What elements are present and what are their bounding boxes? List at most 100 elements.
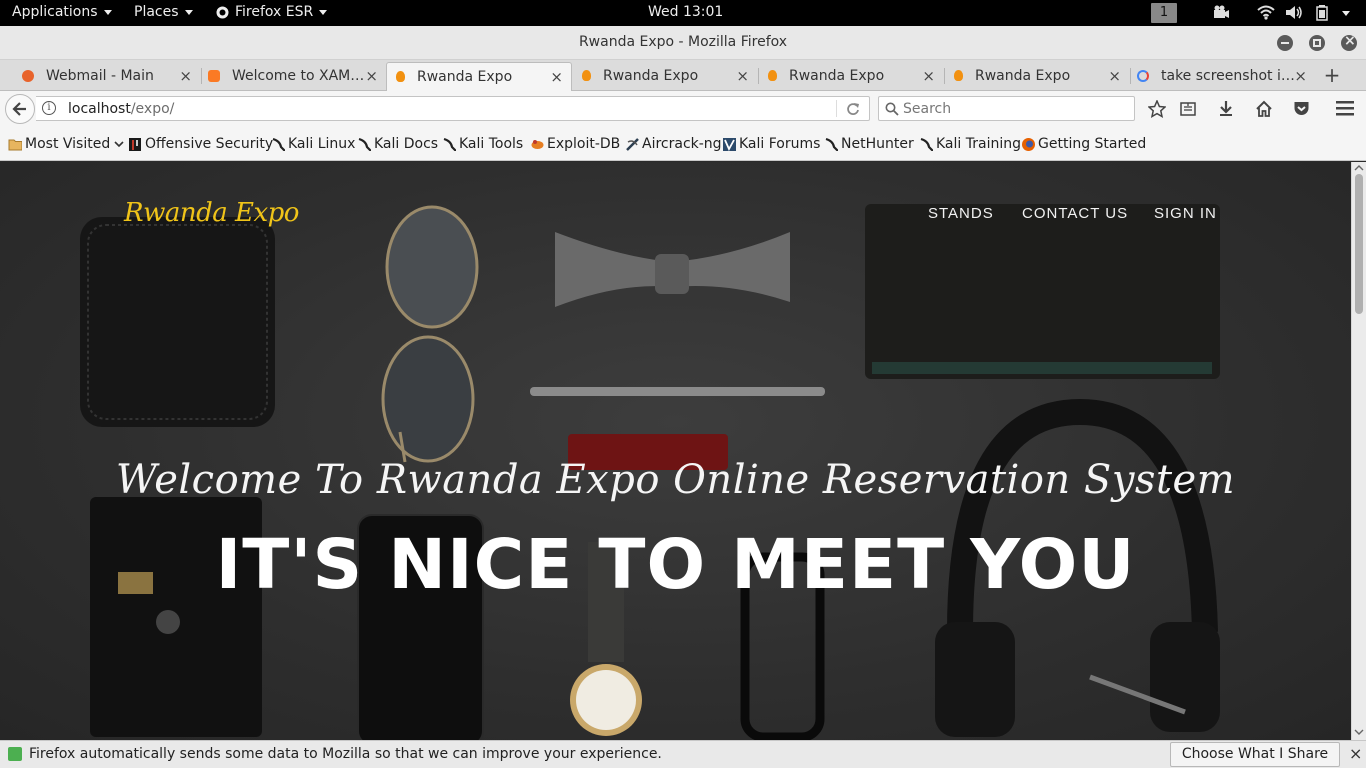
tab-label: Welcome to XAM… — [232, 68, 365, 84]
close-tab-icon[interactable]: × — [1108, 67, 1121, 85]
reload-icon[interactable] — [846, 102, 860, 116]
download-icon[interactable] — [1218, 100, 1234, 117]
tab-label: Webmail - Main — [46, 68, 154, 84]
flame-favicon-icon — [954, 70, 963, 81]
data-reporting-notification: Firefox automatically sends some data to… — [0, 740, 1366, 768]
info-icon[interactable]: i — [42, 101, 56, 115]
close-tab-icon[interactable]: × — [365, 67, 378, 85]
hero-heading: IT'S NICE TO MEET YOU — [215, 525, 1136, 605]
page-scrollbar[interactable] — [1351, 162, 1366, 740]
close-tab-icon[interactable]: × — [1294, 67, 1307, 85]
pocket-icon[interactable] — [1293, 100, 1310, 117]
places-menu[interactable]: Places — [134, 4, 193, 20]
tab-label: Rwanda Expo — [975, 68, 1071, 84]
chevron-down-icon — [184, 9, 193, 15]
tab-label: Rwanda Expo — [603, 68, 699, 84]
video-camera-icon[interactable] — [1213, 5, 1230, 20]
folder-icon — [8, 139, 22, 151]
url-path: /expo/ — [130, 101, 175, 117]
search-icon — [885, 102, 899, 116]
new-tab-button[interactable]: + — [1322, 63, 1342, 87]
firefox-icon — [216, 6, 229, 18]
close-window-button[interactable] — [1341, 33, 1357, 51]
close-tab-icon[interactable]: × — [179, 67, 192, 85]
site-logo[interactable]: Rwanda Expo — [124, 198, 299, 228]
volume-icon[interactable] — [1285, 5, 1303, 20]
tab-webmail[interactable]: Webmail - Main × — [16, 62, 200, 91]
back-button[interactable] — [5, 94, 35, 124]
choose-what-i-share-button[interactable]: Choose What I Share — [1170, 742, 1340, 767]
tab-google-search[interactable]: take screenshot i… × — [1131, 62, 1315, 91]
workspace-indicator[interactable]: 1 — [1151, 3, 1177, 23]
bookmark-label: Exploit-DB — [547, 136, 621, 152]
close-icon[interactable]: × — [1349, 744, 1362, 763]
nav-link-stands[interactable]: STANDS — [928, 205, 994, 222]
battery-icon[interactable] — [1316, 5, 1328, 21]
close-tab-icon[interactable]: × — [736, 67, 749, 85]
nav-link-contact-us[interactable]: CONTACT US — [1022, 205, 1128, 222]
bookmark-getting-started[interactable]: Getting Started — [1021, 136, 1146, 152]
tab-strip: Webmail - Main × Welcome to XAM… × Rwand… — [0, 60, 1366, 92]
notification-text: Firefox automatically sends some data to… — [29, 746, 662, 762]
scrollbar-thumb[interactable] — [1355, 174, 1363, 314]
minimize-button[interactable] — [1277, 35, 1293, 51]
url-input[interactable]: localhost/expo/ — [68, 101, 174, 117]
bookmark-label: Getting Started — [1038, 136, 1147, 152]
gnome-top-panel: Applications Places Firefox ESR Wed 13:0… — [0, 0, 1366, 26]
applications-menu[interactable]: Applications — [12, 4, 112, 20]
scroll-down-arrow-icon[interactable] — [1354, 728, 1364, 736]
nav-link-sign-in[interactable]: SIGN IN — [1154, 205, 1217, 222]
kali-dragon-icon — [358, 137, 371, 151]
close-tab-icon[interactable]: × — [922, 67, 935, 85]
bookmark-kali-training[interactable]: Kali Training — [919, 136, 1021, 152]
bookmark-aircrack-ng[interactable]: Aircrack-ng — [625, 136, 722, 152]
bookmark-label: Most Visited — [25, 136, 111, 152]
bookmark-kali-docs[interactable]: Kali Docs — [357, 136, 438, 152]
url-separator — [836, 100, 837, 117]
tab-rwanda-expo-active[interactable]: Rwanda Expo × — [386, 62, 572, 92]
tab-xampp[interactable]: Welcome to XAM… × — [202, 62, 386, 91]
hamburger-menu-icon[interactable] — [1336, 101, 1354, 116]
notification-icon — [8, 747, 22, 761]
bookmark-label: Offensive Security — [145, 136, 274, 152]
kali-dragon-icon — [443, 137, 456, 151]
bookmark-most-visited[interactable]: Most Visited — [8, 136, 125, 152]
maximize-button[interactable] — [1309, 35, 1325, 51]
bookmark-star-icon[interactable] — [1148, 100, 1166, 118]
kali-forums-icon — [723, 138, 736, 151]
bookmark-kali-tools[interactable]: Kali Tools — [442, 136, 523, 152]
exploit-db-icon — [531, 140, 544, 149]
hero-subheading: Welcome To Rwanda Expo Online Reservatio… — [115, 457, 1236, 503]
bookmark-label: NetHunter — [841, 136, 914, 152]
url-bar[interactable]: i localhost/expo/ — [36, 96, 870, 121]
xampp-favicon-icon — [208, 70, 220, 82]
aircrack-icon — [626, 138, 639, 151]
system-menu-chevron-icon[interactable] — [1342, 11, 1350, 16]
clock[interactable]: Wed 13:01 — [648, 4, 723, 20]
tab-rwanda-expo[interactable]: Rwanda Expo × — [759, 62, 943, 91]
bookmark-exploit-db[interactable]: Exploit-DB — [530, 136, 620, 152]
applications-menu-label: Applications — [12, 4, 98, 20]
tab-rwanda-expo[interactable]: Rwanda Expo × — [945, 62, 1129, 91]
tab-rwanda-expo[interactable]: Rwanda Expo × — [573, 62, 757, 91]
bookmark-offensive-security[interactable]: Offensive Security — [128, 136, 273, 152]
arrow-left-icon — [12, 102, 26, 116]
bookmarks-toolbar: Most Visited Offensive Security Kali Lin… — [0, 127, 1366, 161]
window-title: Rwanda Expo - Mozilla Firefox — [578, 34, 788, 50]
navigation-toolbar: i localhost/expo/ Search — [0, 91, 1366, 127]
bookmark-kali-forums[interactable]: Kali Forums — [722, 136, 820, 152]
flame-favicon-icon — [582, 70, 591, 81]
bookmark-nethunter[interactable]: NetHunter — [824, 136, 914, 152]
bookmark-kali-linux[interactable]: Kali Linux — [271, 136, 355, 152]
clock-label: Wed 13:01 — [648, 4, 724, 20]
home-icon[interactable] — [1255, 100, 1273, 117]
scroll-up-arrow-icon[interactable] — [1354, 164, 1364, 172]
wifi-icon[interactable] — [1257, 5, 1275, 20]
reading-list-icon[interactable] — [1180, 101, 1196, 117]
app-menu[interactable]: Firefox ESR — [216, 4, 328, 20]
tab-label: Rwanda Expo — [789, 68, 885, 84]
close-tab-icon[interactable]: × — [550, 68, 563, 86]
hero-background-image — [80, 204, 1220, 740]
tab-label: take screenshot i… — [1161, 68, 1295, 84]
search-bar[interactable]: Search — [878, 96, 1135, 121]
